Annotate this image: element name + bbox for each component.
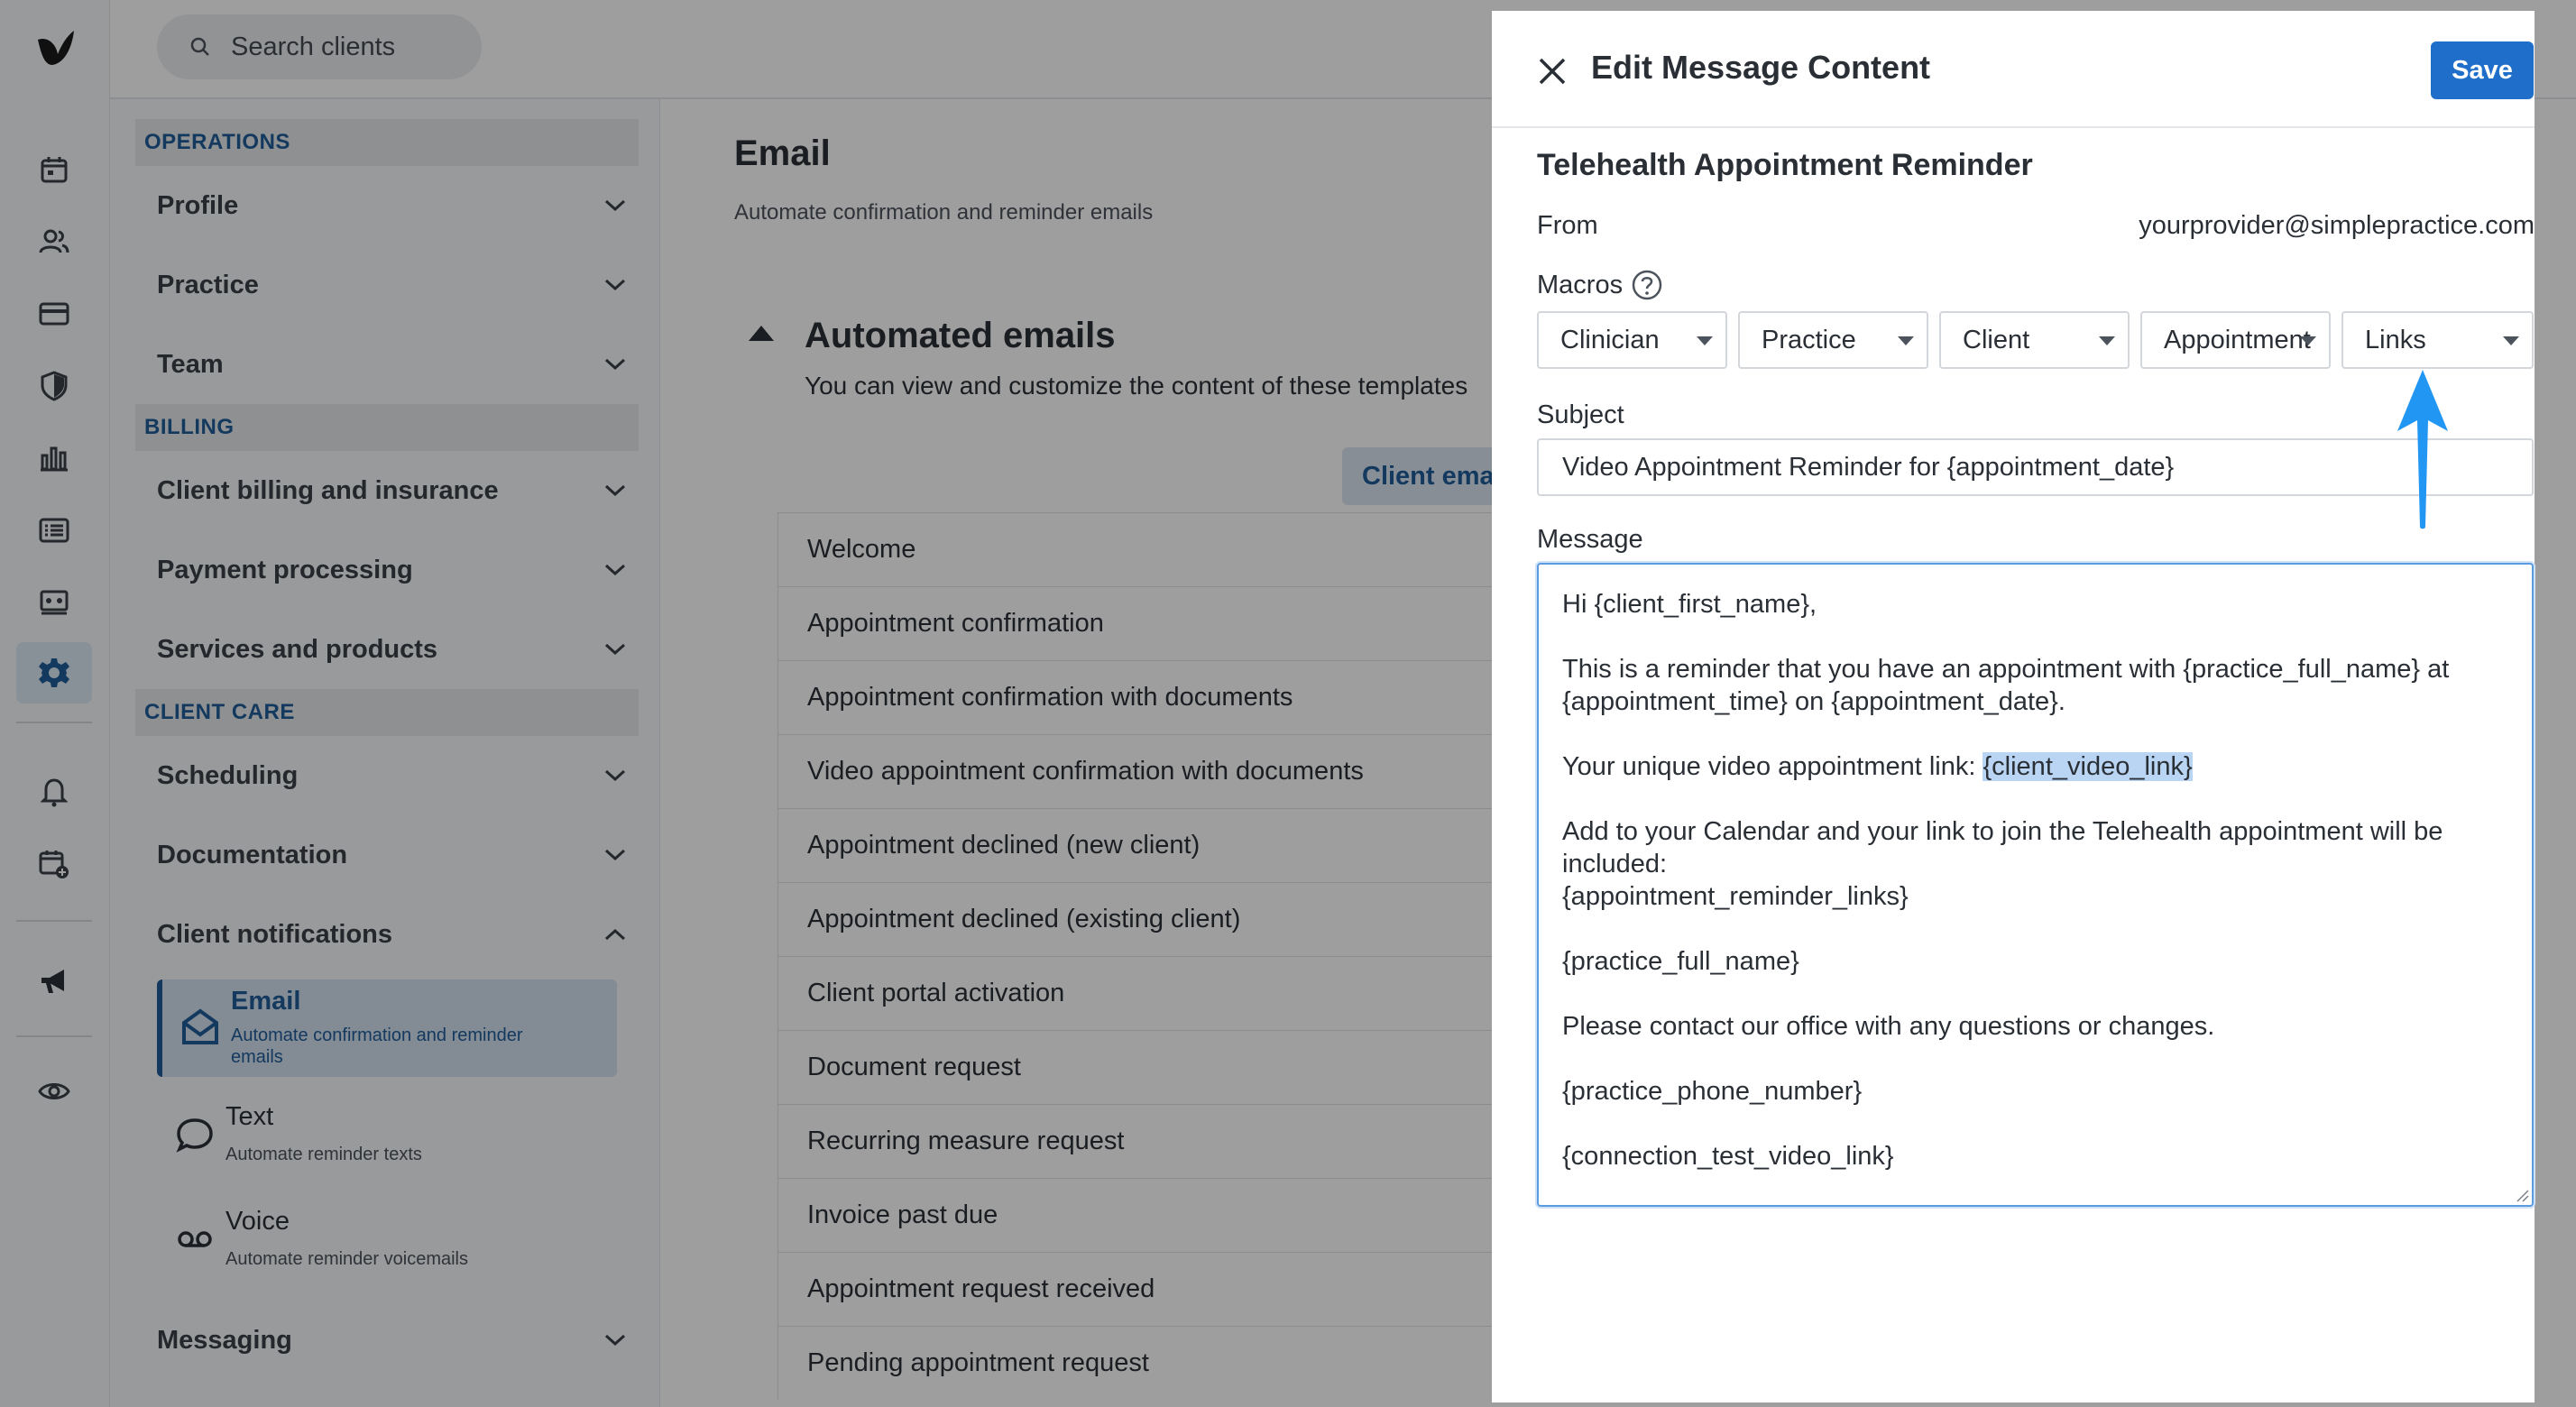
- arrow-up-icon: [2397, 370, 2448, 529]
- macro-dropdown-appointment[interactable]: Appointment: [2140, 311, 2331, 369]
- message-line: {appointment_reminder_links}: [1562, 882, 1909, 911]
- caret-down-icon: [1898, 336, 1914, 345]
- macro-dropdown-practice[interactable]: Practice: [1738, 311, 1928, 369]
- save-button[interactable]: Save: [2431, 41, 2534, 99]
- macro-dropdown-clinician[interactable]: Clinician: [1537, 311, 1727, 369]
- message-line: Add to your Calendar and your link to jo…: [1562, 817, 2443, 846]
- from-label: From: [1537, 211, 1598, 240]
- drawer-title: Edit Message Content: [1591, 49, 1931, 86]
- message-link-line: Your unique video appointment link: {cli…: [1562, 750, 2508, 783]
- message-line: {appointment_time} on {appointment_date}…: [1562, 687, 2065, 716]
- macros-label: Macros: [1537, 271, 1624, 299]
- selected-macro-text[interactable]: {client_video_link}: [1983, 752, 2193, 781]
- caret-down-icon: [1697, 336, 1713, 345]
- close-icon[interactable]: [1535, 54, 1569, 88]
- message-line: This is a reminder that you have an appo…: [1562, 655, 2450, 684]
- message-line: Hi {client_first_name},: [1562, 590, 1817, 619]
- resize-grip-icon[interactable]: [2514, 1187, 2530, 1203]
- template-name: Telehealth Appointment Reminder: [1537, 148, 2033, 182]
- caret-down-icon: [2300, 336, 2316, 345]
- subject-input[interactable]: Video Appointment Reminder for {appointm…: [1537, 438, 2534, 496]
- message-line: included:: [1562, 850, 1668, 878]
- macro-dropdown-links[interactable]: Links: [2341, 311, 2534, 369]
- from-value: yourprovider@simplepractice.com: [2139, 211, 2535, 240]
- drawer-header: Edit Message Content Save: [1492, 11, 2535, 128]
- macro-label: Links: [2365, 325, 2426, 354]
- edit-message-drawer: Edit Message Content Save Telehealth App…: [1492, 11, 2535, 1402]
- message-line: {practice_phone_number}: [1562, 1077, 1863, 1106]
- macro-label: Practice: [1762, 325, 1856, 354]
- macro-label: Client: [1963, 325, 2030, 354]
- message-link-prefix: Your unique video appointment link:: [1562, 752, 1983, 781]
- message-line: {practice_full_name}: [1562, 947, 1799, 976]
- help-icon[interactable]: [1631, 269, 1663, 301]
- caret-down-icon: [2099, 336, 2115, 345]
- message-label: Message: [1537, 525, 1643, 554]
- message-line: Please contact our office with any quest…: [1562, 1012, 2215, 1041]
- caret-down-icon: [2503, 336, 2519, 345]
- macro-label: Appointment: [2164, 325, 2311, 354]
- macro-dropdown-client[interactable]: Client: [1939, 311, 2130, 369]
- macro-label: Clinician: [1560, 325, 1660, 354]
- message-textarea[interactable]: Hi {client_first_name}, This is a remind…: [1537, 563, 2534, 1207]
- subject-label: Subject: [1537, 400, 1624, 429]
- message-line: {connection_test_video_link}: [1562, 1142, 1894, 1171]
